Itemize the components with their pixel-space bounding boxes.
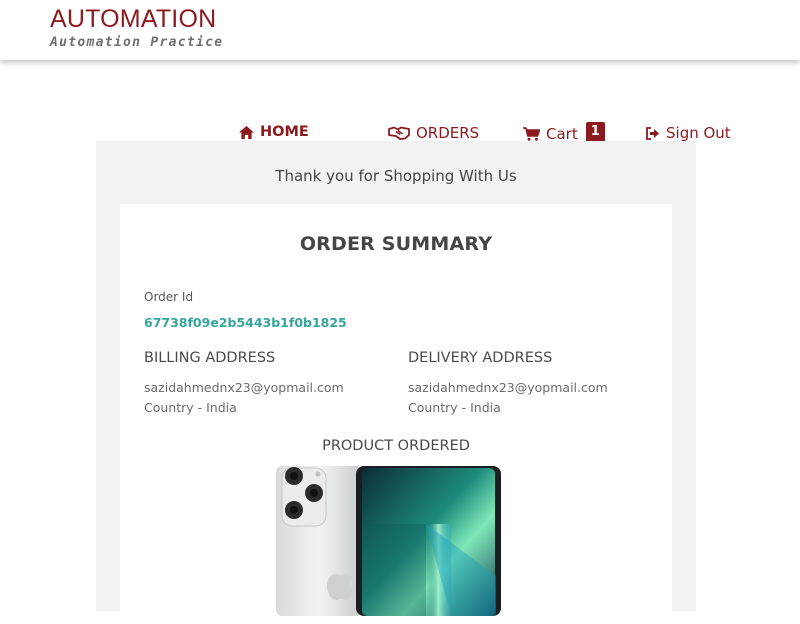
home-icon (239, 125, 254, 139)
billing-email: sazidahmednx23@yopmail.com (144, 380, 344, 395)
delivery-address-block: DELIVERY ADDRESS sazidahmednx23@yopmail.… (408, 350, 608, 418)
sign-out-icon (646, 126, 660, 140)
billing-address-block: BILLING ADDRESS sazidahmednx23@yopmail.c… (144, 350, 344, 418)
thank-you-message: Thank you for Shopping With Us (275, 167, 517, 185)
order-summary-title: ORDER SUMMARY (299, 233, 493, 255)
billing-address-heading: BILLING ADDRESS (144, 350, 276, 366)
nav-home-label: HOME (260, 124, 309, 140)
handshake-icon (388, 126, 410, 140)
cart-count-badge: 1 (585, 122, 605, 142)
brand-title: AUTOMATION (50, 5, 217, 33)
delivery-address-heading: DELIVERY ADDRESS (408, 350, 553, 366)
header-banner: AUTOMATION Automation Practice (0, 0, 800, 60)
nav-orders-link[interactable]: ORDERS (388, 124, 479, 142)
nav-signout-label: Sign Out (666, 124, 731, 142)
order-summary-card: ORDER SUMMARY Order Id 67738f09e2b5443b1… (120, 204, 672, 624)
nav-home-link[interactable]: HOME (239, 124, 309, 140)
brand-subtitle: Automation Practice (50, 35, 224, 50)
product-ordered-heading: PRODUCT ORDERED (322, 438, 470, 454)
cart-icon (523, 127, 540, 141)
order-id-label: Order Id (144, 290, 194, 304)
thank-you-panel: Thank you for Shopping With Us ORDER SUM… (96, 141, 696, 624)
order-id-value: 67738f09e2b5443b1f0b1825 (144, 315, 347, 330)
nav-orders-label: ORDERS (416, 124, 480, 142)
delivery-country: Country - India (408, 400, 501, 415)
product-image (276, 466, 501, 616)
brand-logo[interactable]: AUTOMATION Automation Practice (50, 4, 223, 50)
delivery-email: sazidahmednx23@yopmail.com (408, 380, 608, 395)
nav-signout-link[interactable]: Sign Out (646, 124, 731, 142)
billing-country: Country - India (144, 400, 237, 415)
